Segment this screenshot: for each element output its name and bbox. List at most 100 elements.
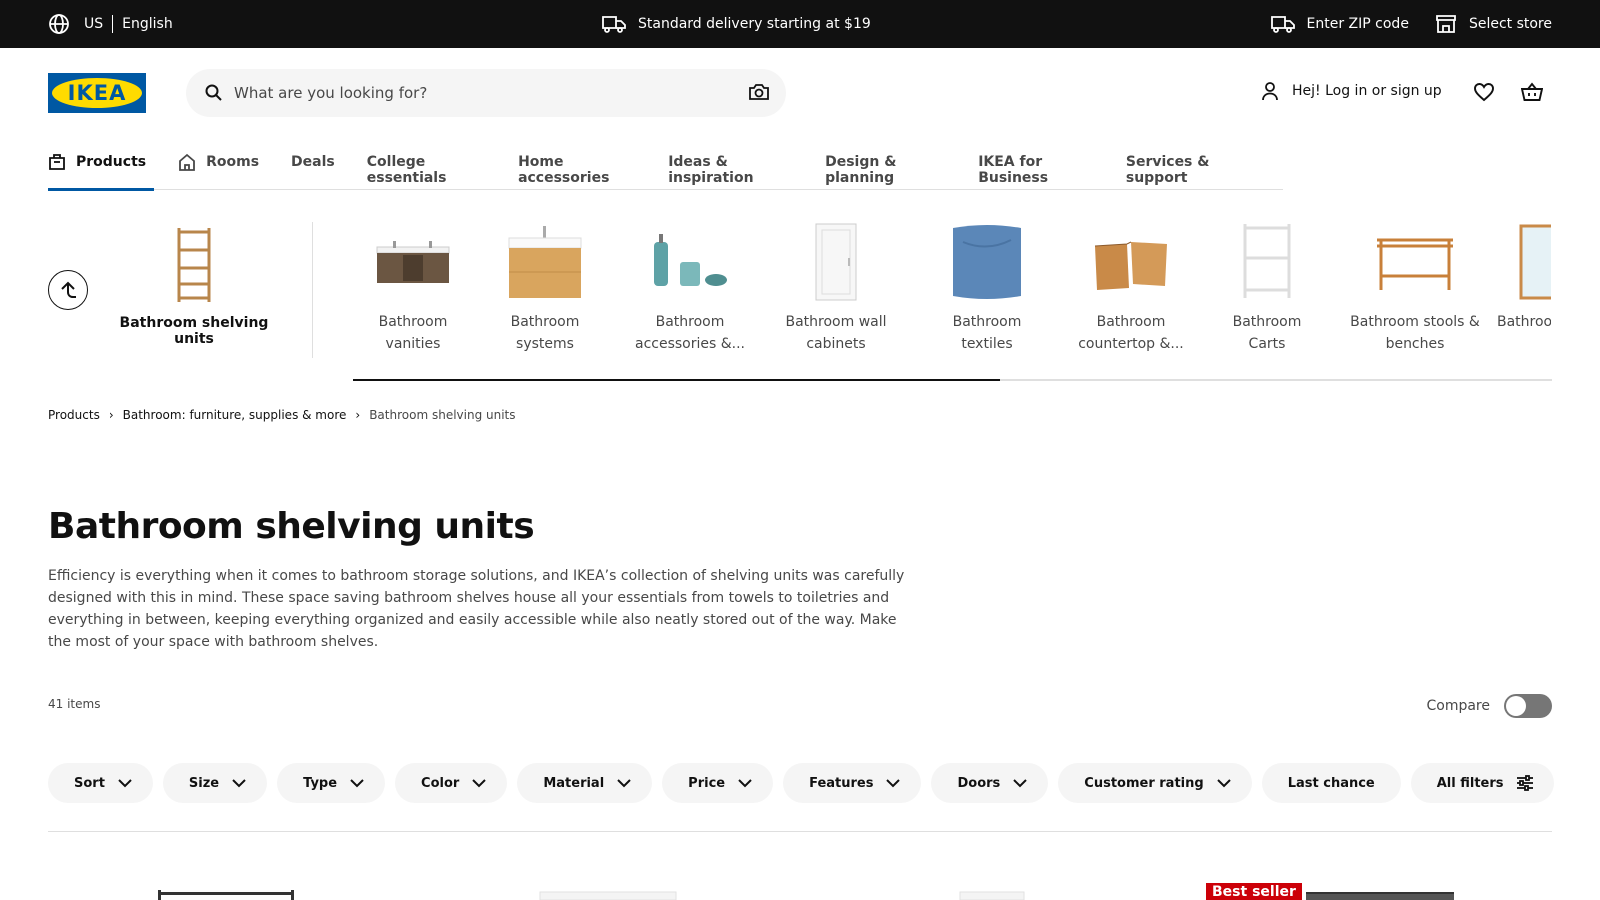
filter-type[interactable]: Type xyxy=(277,763,386,803)
category-bathroom-vanities[interactable]: Bathroom vanities xyxy=(353,220,473,355)
search-input[interactable] xyxy=(234,77,714,109)
category-bathroom-countertop[interactable]: Bathroom countertop &... xyxy=(1075,220,1187,355)
filter-last-chance[interactable]: Last chance xyxy=(1261,763,1401,803)
tab-label: Deals xyxy=(291,154,335,170)
heart-icon[interactable] xyxy=(1473,82,1495,102)
tab-label: Design & planning xyxy=(825,154,897,186)
category-bathroom-textiles[interactable]: Bathroom textiles xyxy=(927,220,1047,355)
tab-ideas-inspiration[interactable]: Ideas & inspiration xyxy=(668,142,793,190)
accessories-image xyxy=(635,220,745,304)
category-bathroom-accessories[interactable]: Bathroom accessories &... xyxy=(635,220,745,355)
country-label: US xyxy=(84,16,104,32)
select-store-button[interactable]: Select store xyxy=(1435,14,1552,34)
select-store-label: Select store xyxy=(1468,16,1552,32)
compare-label: Compare xyxy=(1426,698,1490,714)
divider xyxy=(112,15,114,33)
filter-features[interactable]: Features xyxy=(783,763,922,803)
tab-design-planning[interactable]: Design & planning xyxy=(825,142,946,190)
filter-color[interactable]: Color xyxy=(395,763,508,803)
category-label: Bathroom countertop &... xyxy=(1078,314,1184,352)
account-link[interactable]: Hej! Log in or sign up xyxy=(1260,81,1442,101)
tab-college-essentials[interactable]: College essentials xyxy=(367,142,486,190)
tab-deals[interactable]: Deals xyxy=(291,142,335,190)
logo-text: IKEA xyxy=(67,81,127,105)
globe-icon xyxy=(49,14,69,34)
chevron-down-icon xyxy=(472,779,487,788)
filter-sort[interactable]: Sort xyxy=(48,763,153,803)
house-icon xyxy=(179,153,196,171)
filter-size[interactable]: Size xyxy=(162,763,268,803)
tab-label: Services & support xyxy=(1125,154,1210,186)
tab-home-accessories[interactable]: Home accessories xyxy=(518,142,636,190)
divider xyxy=(48,831,1552,832)
truck-icon xyxy=(602,16,626,33)
ikea-logo[interactable]: IKEA xyxy=(48,73,146,113)
top-bar: US English Standard delivery starting at… xyxy=(0,0,1600,48)
breadcrumb-current: Bathroom shelving units xyxy=(369,408,516,422)
category-bathroom-systems[interactable]: Bathroom systems xyxy=(481,220,609,355)
tab-label: College essentials xyxy=(366,154,447,186)
delivery-info: Standard delivery starting at $19 xyxy=(602,13,871,35)
breadcrumb-link[interactable]: Bathroom: furniture, supplies & more xyxy=(123,408,347,422)
towel-image xyxy=(927,220,1047,304)
delivery-text: Standard delivery starting at $19 xyxy=(638,16,871,32)
item-count: 41 items xyxy=(48,697,101,711)
category-bathroom-stools-benches[interactable]: Bathroom stools & benches xyxy=(1347,220,1483,355)
breadcrumb-link[interactable]: Products xyxy=(48,408,100,422)
toggle-knob xyxy=(1506,696,1526,716)
filter-label: Sort xyxy=(74,775,105,791)
tab-label: Rooms xyxy=(206,154,260,170)
products-icon xyxy=(49,154,65,170)
all-filters-button[interactable]: All filters xyxy=(1410,763,1554,803)
countertop-boxes-image xyxy=(1075,220,1187,304)
category-label: Bathroom systems xyxy=(510,314,580,352)
camera-icon[interactable] xyxy=(748,82,770,102)
tab-rooms[interactable]: Rooms xyxy=(178,142,259,190)
truck-icon xyxy=(1270,16,1295,33)
category-bathroom-wall-cabinets[interactable]: Bathroom wall cabinets xyxy=(781,220,891,355)
filter-label: Color xyxy=(421,775,460,791)
category-bathroom-partial[interactable]: Bathroo xyxy=(1497,220,1551,333)
scrollbar-thumb[interactable] xyxy=(353,379,1001,381)
main-nav: Products Rooms Deals College essentials … xyxy=(48,142,1283,191)
current-category[interactable]: Bathroom shelving units xyxy=(106,220,282,347)
product-image[interactable] xyxy=(1302,882,1462,900)
compare-toggle[interactable] xyxy=(1504,694,1552,718)
filter-price[interactable]: Price xyxy=(662,763,774,803)
category-label: Bathroom textiles xyxy=(952,314,1022,352)
parent-category-button[interactable] xyxy=(48,270,88,310)
breadcrumb: Products › Bathroom: furniture, supplies… xyxy=(48,408,516,422)
chevron-down-icon xyxy=(1013,779,1028,788)
carousel-scrollbar[interactable] xyxy=(353,379,1552,381)
filter-bar: Sort Size Type Color Material Price Feat… xyxy=(48,763,1564,803)
category-bathroom-carts[interactable]: Bathroom Carts xyxy=(1217,220,1317,355)
category-label: Bathroo xyxy=(1497,314,1551,330)
zip-code-button[interactable]: Enter ZIP code xyxy=(1270,15,1409,33)
filter-customer-rating[interactable]: Customer rating xyxy=(1058,763,1252,803)
tab-products[interactable]: Products xyxy=(48,142,155,191)
cart-icon[interactable] xyxy=(1521,82,1543,102)
search-bar[interactable] xyxy=(186,69,786,117)
zip-code-label: Enter ZIP code xyxy=(1306,16,1409,32)
filter-material[interactable]: Material xyxy=(517,763,653,803)
arrow-up-left-icon xyxy=(61,281,76,298)
tab-label: Home accessories xyxy=(518,154,610,186)
filter-label: Type xyxy=(303,775,338,791)
filter-label: Material xyxy=(543,775,605,791)
page-title: Bathroom shelving units xyxy=(48,506,535,547)
current-category-label: Bathroom shelving units xyxy=(119,315,269,347)
account-label: Hej! Log in or sign up xyxy=(1292,83,1442,99)
filter-doors[interactable]: Doors xyxy=(931,763,1049,803)
bathroom-system-image xyxy=(481,220,609,304)
product-image[interactable] xyxy=(150,882,310,900)
tab-ikea-for-business[interactable]: IKEA for Business xyxy=(978,142,1094,190)
chevron-down-icon xyxy=(350,779,364,788)
product-image[interactable] xyxy=(956,882,1036,900)
mirror-image xyxy=(1497,220,1551,304)
product-image[interactable] xyxy=(536,882,686,900)
best-seller-badge: Best seller xyxy=(1206,883,1302,900)
tab-label: Products xyxy=(76,154,147,170)
chevron-down-icon xyxy=(118,779,132,788)
tab-services-support[interactable]: Services & support xyxy=(1126,142,1251,190)
locale-selector[interactable]: US English xyxy=(48,13,173,35)
